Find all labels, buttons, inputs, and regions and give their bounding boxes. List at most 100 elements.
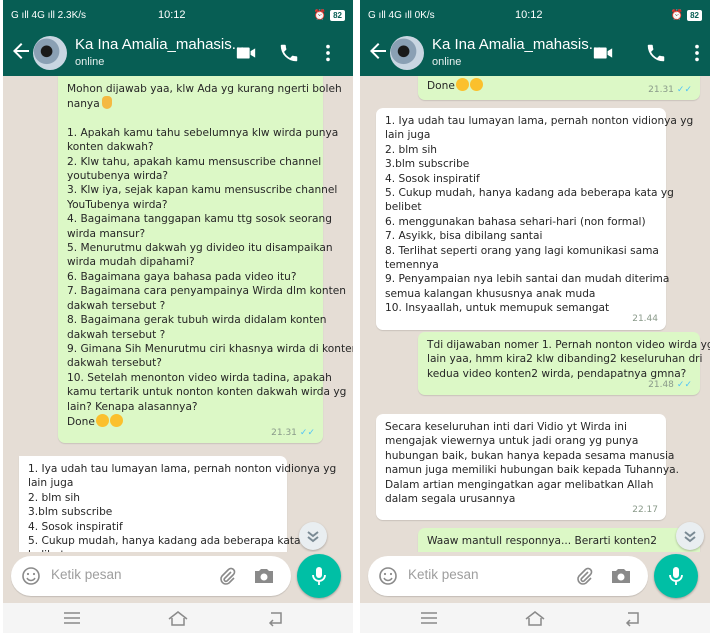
message-input[interactable]: Ketik pesan bbox=[51, 567, 122, 582]
message-input-bar: Ketik pesan bbox=[368, 556, 648, 596]
message-line: Mohon dijawab yaa, klw Ada yg kurang nge… bbox=[67, 83, 342, 95]
battery-icon: 82 bbox=[330, 9, 345, 21]
status-icons: ⏰ 82 bbox=[671, 9, 702, 21]
contact-status: online bbox=[432, 56, 462, 68]
video-call-icon[interactable] bbox=[235, 42, 257, 64]
status-bar: G ıll 4G ıll 0K/s 10:12 ⏰ 82 bbox=[360, 0, 710, 30]
message-line: belibet bbox=[28, 548, 278, 552]
chat-header: Ka Ina Amalia_mahasis... online bbox=[360, 30, 710, 76]
message-list[interactable]: Done 21.31 ✓✓ 1. Iya udah tau lumayan lam… bbox=[360, 76, 710, 552]
message-bubble-outgoing[interactable]: Mohon dijawab yaa, klw Ada yg kurang nge… bbox=[58, 76, 353, 444]
scroll-to-bottom-button[interactable] bbox=[299, 522, 327, 550]
attach-icon[interactable] bbox=[574, 566, 594, 586]
message-time: 21.44 bbox=[632, 314, 658, 325]
message-line: lain juga bbox=[385, 129, 431, 142]
message-line: Waaw mantull responnya... Berarti konten… bbox=[427, 535, 658, 547]
message-line: wirda mansur? bbox=[67, 227, 146, 240]
message-line: 5. Menurutmu dakwah yg divideo itu disam… bbox=[67, 242, 333, 255]
message-list[interactable]: Mohon dijawab yaa, klw Ada yg kurang nge… bbox=[3, 76, 353, 552]
contact-name[interactable]: Ka Ina Amalia_mahasis... bbox=[75, 36, 244, 53]
menu-icon[interactable] bbox=[418, 609, 440, 627]
message-line: dakwah tersebut ? bbox=[67, 328, 166, 341]
message-line: Secara keseluruhan inti dari Vidio yt Wi… bbox=[385, 421, 627, 433]
message-line: kamu tertarik untuk nonton konten dakwah… bbox=[67, 386, 347, 399]
alarm-icon: ⏰ bbox=[313, 9, 327, 21]
grin-emoji-icon bbox=[95, 413, 109, 427]
message-bubble-incoming[interactable]: 1. Iya udah tau lumayan lama, pernah non… bbox=[19, 456, 337, 552]
message-line: YouTubenya wirda? bbox=[67, 198, 168, 211]
message-line: dakwah tersebut ? bbox=[67, 299, 166, 312]
message-line: 1. Iya udah tau lumayan lama, pernah non… bbox=[28, 463, 337, 475]
menu-icon[interactable] bbox=[61, 609, 83, 627]
message-line: dalam segala urusannya bbox=[385, 493, 516, 506]
back-icon[interactable] bbox=[265, 609, 287, 627]
microphone-icon bbox=[669, 567, 683, 585]
message-line: wirda mudah dipahami? bbox=[67, 256, 195, 269]
message-bubble-outgoing[interactable]: Tdi dijawaban nomer 1. Pernah nonton vid… bbox=[418, 332, 710, 396]
emoji-icon[interactable] bbox=[21, 566, 41, 586]
message-line: 3.blm subscribe bbox=[28, 506, 113, 519]
read-receipt-icon: ✓✓ bbox=[299, 427, 315, 438]
message-time: 21.48 ✓✓ bbox=[648, 379, 692, 390]
message-line: 3.blm subscribe bbox=[385, 158, 470, 171]
back-arrow-icon[interactable] bbox=[366, 39, 390, 63]
message-line: 10. Insyaallah, untuk memupuk semangat bbox=[385, 302, 610, 315]
back-arrow-icon[interactable] bbox=[9, 39, 33, 63]
phone-call-icon[interactable] bbox=[645, 42, 667, 64]
avatar[interactable] bbox=[390, 36, 424, 70]
message-line: lain yaa, hmm kira2 klw dibanding2 kesel… bbox=[427, 353, 703, 366]
camera-icon[interactable] bbox=[253, 566, 275, 586]
more-options-icon[interactable] bbox=[317, 42, 339, 64]
message-line: 8. Bagaimana gerak tubuh wirda didalam k… bbox=[67, 314, 327, 327]
clock: 10:12 bbox=[158, 9, 186, 21]
message-bubble-outgoing[interactable]: Waaw mantull responnya... Berarti konten… bbox=[418, 528, 700, 552]
message-line: Tdi dijawaban nomer 1. Pernah nonton vid… bbox=[427, 339, 710, 351]
system-navigation-bar bbox=[360, 603, 710, 633]
message-line: lain? Kenapa alasannya? bbox=[67, 400, 198, 413]
grin-emoji-icon bbox=[469, 78, 483, 91]
message-bubble-incoming[interactable]: 1. Iya udah tau lumayan lama, pernah non… bbox=[376, 108, 693, 330]
message-line: 10. Setelah menonton video wirda tadina,… bbox=[67, 371, 332, 384]
message-line: 1. Apakah kamu tahu sebelumnya klw wirda… bbox=[67, 126, 339, 139]
message-time: 21.31 ✓✓ bbox=[648, 84, 692, 95]
message-time: 21.31 ✓✓ bbox=[271, 427, 315, 438]
video-call-icon[interactable] bbox=[592, 42, 614, 64]
camera-icon[interactable] bbox=[610, 566, 632, 586]
home-icon[interactable] bbox=[524, 609, 546, 627]
message-line: 9. Penyampaian nya lebih santai dan muda… bbox=[385, 273, 670, 286]
message-line: namun juga memiliki hubungan baik kepada… bbox=[385, 464, 679, 477]
message-line: 6. Bagaimana gaya bahasa pada video itu? bbox=[67, 270, 297, 283]
emoji-icon[interactable] bbox=[378, 566, 398, 586]
more-options-icon[interactable] bbox=[686, 42, 708, 64]
message-line: 4. Bagaimana tanggapan kamu ttg sosok se… bbox=[67, 213, 332, 226]
message-line: lain juga bbox=[28, 477, 74, 490]
system-navigation-bar bbox=[3, 603, 353, 633]
contact-name[interactable]: Ka Ina Amalia_mahasis... bbox=[432, 36, 601, 53]
message-line: mengajak viewernya untuk jadi orang yg p… bbox=[385, 435, 639, 448]
message-line: 9. Gimana Sih Menurutmu ciri khasnya wir… bbox=[67, 342, 353, 355]
avatar[interactable] bbox=[33, 36, 67, 70]
read-receipt-icon: ✓✓ bbox=[676, 84, 692, 95]
attach-icon[interactable] bbox=[217, 566, 237, 586]
message-input[interactable]: Ketik pesan bbox=[408, 567, 479, 582]
message-line: 2. Klw tahu, apakah kamu mensuscribe cha… bbox=[67, 155, 322, 168]
phone-screenshot-right: G ıll 4G ıll 0K/s 10:12 ⏰ 82 Ka Ina Amal… bbox=[360, 0, 710, 633]
back-icon[interactable] bbox=[622, 609, 644, 627]
message-bubble-incoming[interactable]: Secara keseluruhan inti dari Vidio yt Wi… bbox=[376, 414, 679, 521]
double-chevron-down-icon bbox=[684, 531, 696, 543]
phone-call-icon[interactable] bbox=[278, 42, 300, 64]
message-time: 22.17 bbox=[632, 505, 658, 516]
message-line: 7. Bagaimana cara penyampainya Wirda dlm… bbox=[67, 285, 346, 298]
message-line: 2. blm sih bbox=[385, 143, 438, 156]
message-input-bar: Ketik pesan bbox=[11, 556, 291, 596]
chat-header: Ka Ina Amalia_mahasis... online bbox=[3, 30, 353, 76]
voice-record-button[interactable] bbox=[654, 554, 698, 598]
message-bubble-outgoing[interactable]: Done 21.31 ✓✓ bbox=[418, 76, 700, 100]
message-line: nanya bbox=[67, 96, 314, 111]
scroll-to-bottom-button[interactable] bbox=[676, 522, 704, 550]
phone-screenshot-left: G ıll 4G ıll 2.3K/s 10:12 ⏰ 82 Ka Ina Am… bbox=[3, 0, 353, 633]
pointing-hand-emoji-icon bbox=[101, 96, 112, 110]
home-icon[interactable] bbox=[167, 609, 189, 627]
message-line: 6. menggunakan bahasa sehari-hari (non f… bbox=[385, 215, 646, 228]
voice-record-button[interactable] bbox=[297, 554, 341, 598]
